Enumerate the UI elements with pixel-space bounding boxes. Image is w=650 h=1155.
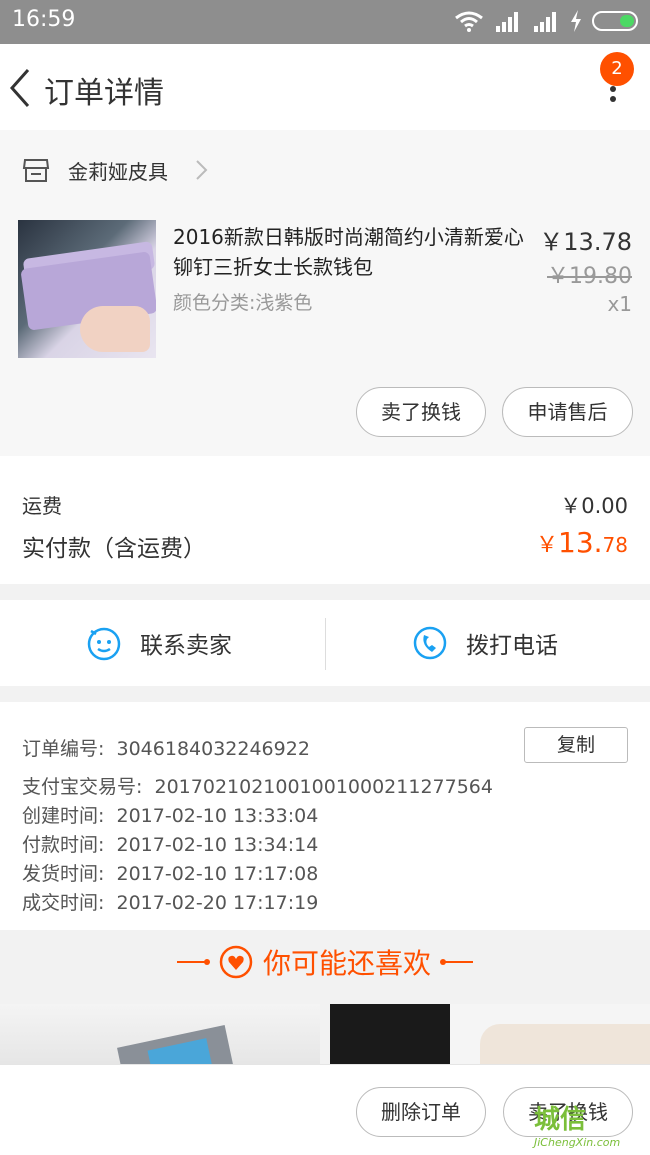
- phone-icon: [413, 626, 447, 660]
- shop-name[interactable]: 金莉娅皮具: [68, 156, 168, 185]
- paid-currency: ￥: [536, 533, 559, 558]
- charging-icon: [571, 10, 581, 32]
- product-price: ￥13.78: [539, 228, 632, 256]
- header: 订单详情 2: [0, 44, 650, 130]
- status-icons: [454, 10, 638, 32]
- product-quantity: x1: [607, 292, 632, 316]
- shipped-time: 发货时间: 2017-02-10 17:17:08: [22, 863, 319, 885]
- completed-time: 成交时间: 2017-02-20 17:17:19: [22, 892, 319, 914]
- shop-row[interactable]: 金莉娅皮具: [0, 130, 650, 210]
- recommend-item-image[interactable]: [330, 1004, 650, 1064]
- signal-icon-1: [496, 12, 518, 32]
- product-sku: 颜色分类:浅紫色: [173, 292, 313, 314]
- after-sale-button[interactable]: 申请售后: [502, 387, 633, 437]
- notification-badge: 2: [600, 52, 634, 86]
- signal-icon-2: [534, 12, 556, 32]
- page-title: 订单详情: [44, 76, 164, 111]
- contact-seller-button[interactable]: 联系卖家: [86, 600, 232, 686]
- shipping-label: 运费: [22, 494, 62, 518]
- paid-value: ￥13.78: [536, 526, 628, 559]
- watermark-logo: 城信 JiChengXin.com: [534, 1105, 621, 1149]
- shipping-value: ￥0.00: [560, 494, 628, 518]
- chevron-right-icon: [196, 160, 208, 180]
- paid-amount-dec: 78: [602, 533, 628, 557]
- contact-section: 联系卖家 拨打电话: [0, 600, 650, 686]
- divider-right: [440, 959, 473, 965]
- wifi-icon: [455, 11, 483, 32]
- product-title[interactable]: 2016新款日韩版时尚潮简约小清新爱心铆钉三折女士长款钱包: [173, 222, 533, 282]
- copy-button[interactable]: 复制: [524, 727, 628, 763]
- recommend-header: 你可能还喜欢: [0, 930, 650, 994]
- battery-icon: [592, 11, 638, 31]
- recommend-item-image[interactable]: [0, 1004, 320, 1064]
- shop-icon: [22, 159, 50, 182]
- fees-section: 运费 ￥0.00 实付款（含运费） ￥13.78: [0, 456, 650, 584]
- status-time: 16:59: [12, 7, 76, 32]
- contact-seller-label: 联系卖家: [140, 633, 232, 659]
- heart-icon: [219, 945, 253, 979]
- divider-left: [176, 959, 210, 965]
- recommend-title: 你可能还喜欢: [262, 947, 431, 980]
- paid-label: 实付款（含运费）: [22, 536, 206, 562]
- chat-face-icon: [87, 627, 121, 661]
- paid-time: 付款时间: 2017-02-10 13:34:14: [22, 834, 319, 856]
- paid-amount-int: 13.: [558, 526, 603, 559]
- order-info-section: 订单编号: 3046184032246922 复制 支付宝交易号: 201702…: [0, 702, 650, 930]
- contact-divider: [325, 618, 326, 670]
- status-bar: 16:59: [0, 0, 650, 44]
- back-icon[interactable]: [6, 66, 40, 110]
- product-image[interactable]: [18, 220, 156, 358]
- sell-for-cash-button[interactable]: 卖了换钱: [356, 387, 486, 437]
- alipay-trade-number: 支付宝交易号: 2017021021001001000211277564: [22, 776, 493, 798]
- product-original-price: ￥19.80: [547, 264, 632, 289]
- bottom-action-bar: 删除订单 卖了换钱 城信 JiChengXin.com: [0, 1064, 650, 1155]
- recommend-grid: [0, 1004, 650, 1064]
- call-phone-button[interactable]: 拨打电话: [412, 600, 558, 686]
- call-phone-label: 拨打电话: [466, 633, 558, 659]
- delete-order-button[interactable]: 删除订单: [356, 1087, 486, 1137]
- created-time: 创建时间: 2017-02-10 13:33:04: [22, 805, 319, 827]
- product-card[interactable]: 2016新款日韩版时尚潮简约小清新爱心铆钉三折女士长款钱包 颜色分类:浅紫色 ￥…: [0, 210, 650, 456]
- order-number: 订单编号: 3046184032246922: [22, 738, 310, 760]
